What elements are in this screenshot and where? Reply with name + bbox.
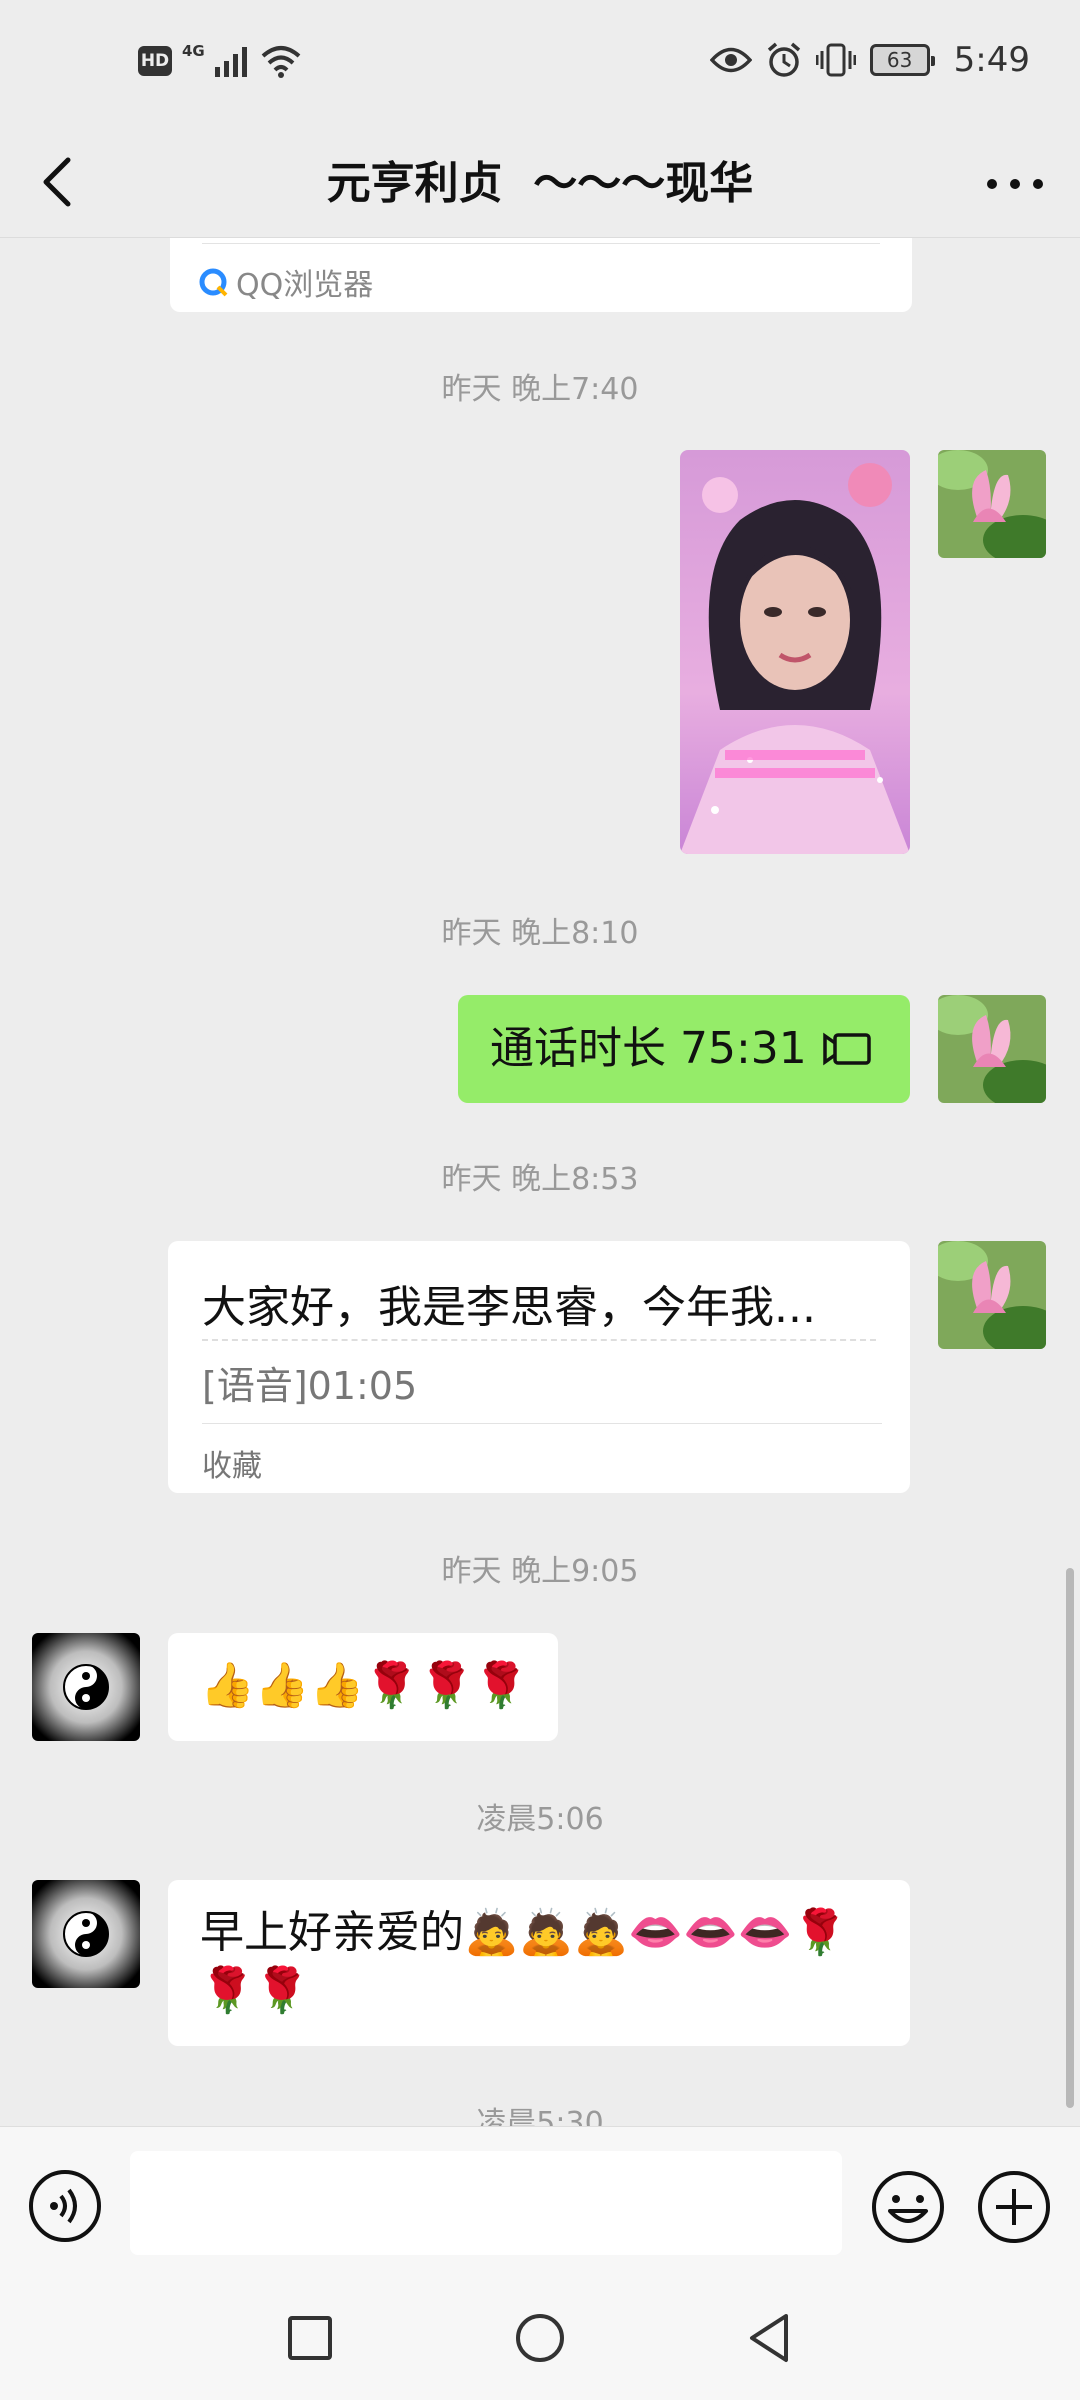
voice-duration: [语音]01:05 [202,1364,418,1408]
status-right: 63 5:49 [709,40,1030,80]
link-card-message[interactable]: QQ浏览器 [170,238,912,312]
emoji-icon[interactable] [870,2169,946,2245]
divider [202,1339,876,1341]
photo-message[interactable] [680,450,910,854]
favorite-title: 大家好，我是李思睿，今年我... [202,1282,816,1333]
call-duration-text: 通话时长 75:31 [490,1023,807,1074]
more-options-icon[interactable] [980,156,1050,212]
battery-indicator: 63 [869,44,935,76]
wifi-icon [261,46,301,78]
link-source: QQ浏览器 [198,260,373,304]
chat-scrollbar[interactable] [1066,1568,1074,2108]
photo-image [680,450,910,854]
contact-avatar[interactable] [32,1633,140,1741]
my-avatar[interactable] [938,995,1046,1103]
divider [202,243,880,244]
message-text: 👍👍👍🌹🌹🌹 [200,1660,529,1711]
network-type: 4G [182,42,205,60]
link-source-label: QQ浏览器 [236,268,374,303]
clock: 5:49 [953,40,1030,80]
timestamp: 昨天 晚上8:10 [441,916,639,951]
input-bar [0,2126,1080,2278]
chat-header: 元亨利贞 ～～～现华 [0,130,1080,238]
timestamp: 昨天 晚上9:05 [441,1554,639,1589]
timestamp: 凌晨5:30 [476,2106,604,2126]
status-bar: HD 4G 63 5:49 [0,0,1080,130]
voice-input-icon[interactable] [28,2169,102,2243]
signal-icon [214,47,247,77]
lotus-avatar-image [938,450,1046,558]
my-avatar[interactable] [938,1241,1046,1349]
video-call-icon [823,1032,871,1066]
system-navigation-bar [0,2278,1080,2400]
call-record-bubble[interactable]: 通话时长 75:31 [458,995,910,1103]
chat-title: 元亨利贞 ～～～现华 [326,158,754,209]
favorite-card-message[interactable]: 大家好，我是李思睿，今年我... [语音]01:05 收藏 [168,1241,910,1493]
message-input[interactable] [130,2151,842,2255]
message-list[interactable]: QQ浏览器 昨天 晚上7:40 昨天 晚上8:10 通话时长 75:31 昨天 … [0,238,1080,2126]
yin-yang-avatar-image [32,1880,140,1988]
message-text: 早上好亲爱的🙇🙇🙇👄👄👄🌹🌹🌹 [200,1907,848,2016]
lotus-avatar-image [938,995,1046,1103]
contact-avatar[interactable] [32,1880,140,1988]
my-avatar[interactable] [938,450,1046,558]
plus-icon[interactable] [976,2169,1052,2245]
alarm-icon [767,42,800,77]
call-record: 通话时长 75:31 [490,995,873,1103]
vibrate-icon [815,43,856,77]
favorite-tag: 收藏 [202,1449,262,1484]
yin-yang-avatar-image [32,1633,140,1741]
back-icon[interactable] [740,2308,800,2368]
recent-apps-icon[interactable] [280,2308,340,2368]
divider [202,1423,882,1424]
status-left: HD 4G [138,42,301,78]
lotus-avatar-image [938,1241,1046,1349]
received-message-bubble[interactable]: 👍👍👍🌹🌹🌹 [168,1633,558,1741]
home-icon[interactable] [510,2308,570,2368]
timestamp: 昨天 晚上8:53 [441,1162,639,1197]
timestamp: 凌晨5:06 [476,1802,604,1837]
received-message-bubble[interactable]: 早上好亲爱的🙇🙇🙇👄👄👄🌹🌹🌹 [168,1880,910,2046]
hd-badge: HD [138,46,172,76]
timestamp: 昨天 晚上7:40 [441,372,639,407]
eye-icon [709,47,752,73]
qq-browser-icon [199,268,228,297]
